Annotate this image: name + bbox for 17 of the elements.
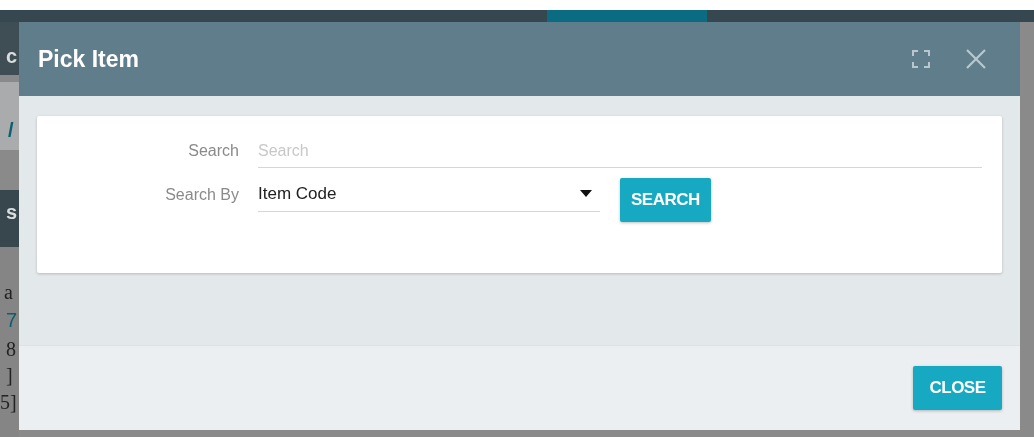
background-text: 7 xyxy=(6,310,19,330)
dialog-title: Pick Item xyxy=(38,45,140,73)
maximize-icon[interactable] xyxy=(911,49,931,69)
background-text: ] xyxy=(6,365,14,385)
caret-icon xyxy=(580,190,592,198)
field-label: Search By xyxy=(164,186,240,205)
background-text: a xyxy=(4,282,14,302)
close-button[interactable]: CLOSE xyxy=(913,366,1002,410)
search-by-dropdown[interactable]: Item Code xyxy=(258,180,600,212)
background-text: s xyxy=(6,202,19,222)
background-text: / xyxy=(8,120,15,140)
background-text: 8 xyxy=(6,339,17,359)
background-text: c xyxy=(6,46,19,66)
close-icon[interactable] xyxy=(965,48,987,70)
search-button[interactable]: SEARCH xyxy=(620,178,711,222)
background-text: 5] xyxy=(0,392,18,412)
field-label: Search xyxy=(187,142,240,161)
